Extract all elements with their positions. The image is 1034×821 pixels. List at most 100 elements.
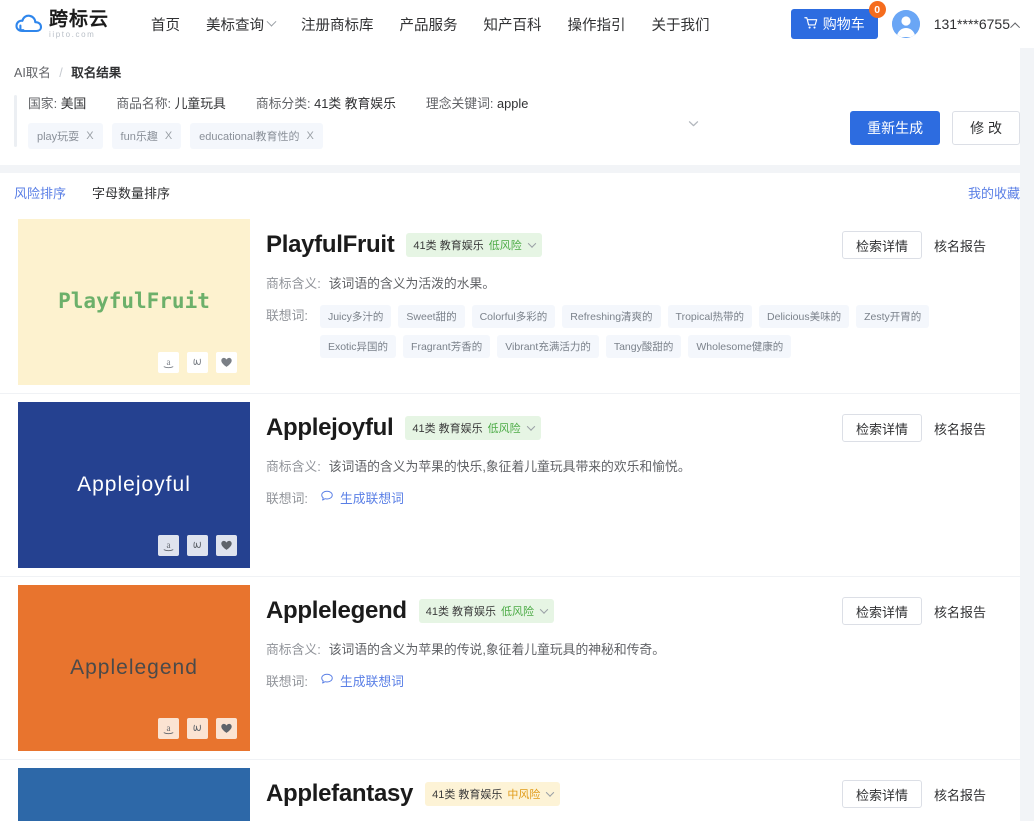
name-report-link[interactable]: 核名报告	[934, 785, 986, 804]
signature-icon[interactable]	[187, 718, 208, 739]
page-scrollbar[interactable]	[1020, 48, 1034, 821]
search-detail-button[interactable]: 检索详情	[841, 597, 922, 625]
keyword-tag[interactable]: fun乐趣 X	[111, 123, 182, 149]
favorite-heart-icon[interactable]	[216, 535, 237, 556]
regenerate-button[interactable]: 重新生成	[850, 111, 941, 145]
avatar[interactable]	[891, 10, 920, 38]
logo-preview[interactable]: Applelegend a	[18, 585, 250, 751]
breadcrumb-current: 取名结果	[71, 66, 122, 80]
nav-item-6[interactable]: 关于我们	[652, 14, 710, 35]
breadcrumb-root[interactable]: AI取名	[14, 66, 51, 80]
nav-item-label: 产品服务	[399, 17, 458, 34]
signature-icon[interactable]	[187, 352, 208, 373]
remove-keyword-icon[interactable]: X	[306, 130, 313, 142]
logo-preview-text: PlayfulFruit	[58, 289, 210, 314]
association-tag[interactable]: Tangy酸甜的	[605, 335, 682, 358]
result-actions: 检索详情 核名报告	[841, 597, 986, 625]
nav-item-label: 操作指引	[567, 17, 626, 34]
favorite-heart-icon[interactable]	[216, 352, 237, 373]
result-name[interactable]: PlayfulFruit	[266, 231, 395, 259]
keyword-tag[interactable]: play玩耍 X	[28, 123, 103, 149]
association-tag[interactable]: Tropical热带的	[667, 305, 753, 328]
association-label: 联想词:	[266, 491, 308, 506]
user-menu[interactable]: 131****6755	[934, 16, 1021, 32]
logo-preview[interactable]: PlayfulFruit a	[18, 219, 250, 385]
association-label: 联想词:	[266, 674, 308, 689]
generate-association-button[interactable]: 生成联想词	[320, 488, 404, 510]
expand-conditions-button[interactable]	[687, 117, 700, 135]
condition-field: 理念关键词: apple	[426, 93, 528, 112]
badge-risk-label: 低风险	[488, 240, 522, 252]
result-card: Applelegend a Applelegend 41类 教育娱乐 低风险商标含义: 该…	[0, 577, 1034, 760]
site-logo[interactable]: 跨标云 iipto.com	[14, 10, 109, 39]
result-name[interactable]: Applefantasy	[266, 780, 413, 808]
association-tag[interactable]: Wholesome健康的	[688, 335, 792, 358]
result-name[interactable]: Applelegend	[266, 597, 407, 625]
association-tag[interactable]: Delicious美味的	[759, 305, 850, 328]
amazon-icon[interactable]: a	[158, 352, 179, 373]
trademark-meaning: 商标含义: 该词语的含义为苹果的传说,象征着儿童玩具的神秘和传奇。	[266, 639, 1020, 658]
keyword-tag[interactable]: educational教育性的 X	[190, 123, 323, 149]
remove-keyword-icon[interactable]: X	[86, 130, 93, 142]
sort-by-risk[interactable]: 风险排序	[14, 183, 66, 202]
association-tag[interactable]: Vibrant充满活力的	[497, 335, 599, 358]
breadcrumb-separator: /	[59, 66, 63, 80]
association-tag[interactable]: Juicy多汁的	[319, 305, 392, 328]
result-card: ApplefantasyaApplefantasy41类 教育娱乐中风险商标含义…	[0, 760, 1034, 821]
badge-risk-label: 低风险	[487, 423, 521, 435]
risk-badge[interactable]: 41类 教育娱乐 中风险	[425, 782, 561, 806]
condition-field-key: 国家:	[28, 96, 58, 111]
name-report-link[interactable]: 核名报告	[934, 602, 986, 621]
amazon-icon[interactable]: a	[158, 535, 179, 556]
search-detail-button[interactable]: 检索详情	[841, 231, 922, 259]
result-name[interactable]: Applejoyful	[266, 414, 394, 442]
association-tag[interactable]: Sweet甜的	[398, 305, 465, 328]
cart-label: 购物车	[822, 16, 865, 32]
association-tag[interactable]: Refreshing清爽的	[562, 305, 661, 328]
search-summary-panel: AI取名 / 取名结果 国家: 美国 商品名称: 儿童玩具 商标分类: 41类 教育…	[0, 48, 1034, 165]
logo-preview[interactable]: Applejoyful a	[18, 402, 250, 568]
remove-keyword-icon[interactable]: X	[165, 130, 172, 142]
logo-preview[interactable]: Applefantasya	[18, 768, 250, 821]
cart-button[interactable]: 购物车 0	[790, 1, 886, 39]
meaning-label: 商标含义:	[266, 459, 321, 474]
chevron-up-icon	[1010, 21, 1021, 32]
sort-by-length[interactable]: 字母数量排序	[92, 183, 170, 202]
association-tag[interactable]: Colorful多彩的	[471, 305, 556, 328]
nav-item-label: 关于我们	[651, 17, 710, 34]
result-body: Applejoyful 41类 教育娱乐 低风险 商标含义: 该词语的含义为苹果的快乐,…	[250, 394, 1034, 576]
my-favorites-link[interactable]: 我的收藏	[968, 183, 1020, 202]
risk-badge[interactable]: 41类 教育娱乐 低风险	[406, 233, 542, 257]
name-report-link[interactable]: 核名报告	[934, 236, 986, 255]
risk-badge[interactable]: 41类 教育娱乐 低风险	[418, 599, 555, 623]
nav-item-4[interactable]: 知产百科	[484, 14, 542, 35]
chevron-down-icon	[266, 16, 277, 27]
search-detail-button[interactable]: 检索详情	[841, 414, 922, 442]
association-tag[interactable]: Fragrant芳香的	[403, 335, 491, 358]
keyword-tag-label: educational教育性的	[199, 131, 300, 143]
result-body: Applefantasy41类 教育娱乐中风险商标含义:该词语的含义为苹果的幻想…	[250, 760, 1034, 821]
chevron-down-icon	[539, 605, 549, 614]
search-detail-button[interactable]: 检索详情	[841, 780, 922, 808]
logo-subtitle: iipto.com	[49, 29, 96, 39]
nav-item-0[interactable]: 首页	[151, 14, 180, 35]
generate-association-button[interactable]: 生成联想词	[320, 671, 404, 693]
risk-badge[interactable]: 41类 教育娱乐 低风险	[405, 416, 541, 440]
nav-item-label: 首页	[151, 17, 181, 34]
nav-item-2[interactable]: 注册商标库	[301, 14, 374, 35]
name-report-link[interactable]: 核名报告	[934, 419, 986, 438]
nav-item-5[interactable]: 操作指引	[568, 14, 626, 35]
association-tag[interactable]: Zesty开胃的	[856, 305, 930, 328]
header-right: 购物车 0 131****6755	[790, 1, 1021, 39]
favorite-heart-icon[interactable]	[216, 718, 237, 739]
signature-icon[interactable]	[187, 535, 208, 556]
nav-item-3[interactable]: 产品服务	[400, 14, 458, 35]
logo-preview-text: Applelegend	[70, 656, 198, 680]
amazon-icon[interactable]: a	[158, 718, 179, 739]
association-tag[interactable]: Exotic异国的	[319, 335, 397, 358]
condition-field: 商品名称: 儿童玩具	[116, 93, 226, 112]
association-tag-list: Juicy多汁的 Sweet甜的 Colorful多彩的 Refreshing清爽的 T…	[319, 305, 990, 358]
nav-item-1[interactable]: 美标查询	[206, 14, 277, 35]
chevron-down-icon	[546, 788, 555, 797]
modify-button[interactable]: 修 改	[952, 111, 1020, 145]
